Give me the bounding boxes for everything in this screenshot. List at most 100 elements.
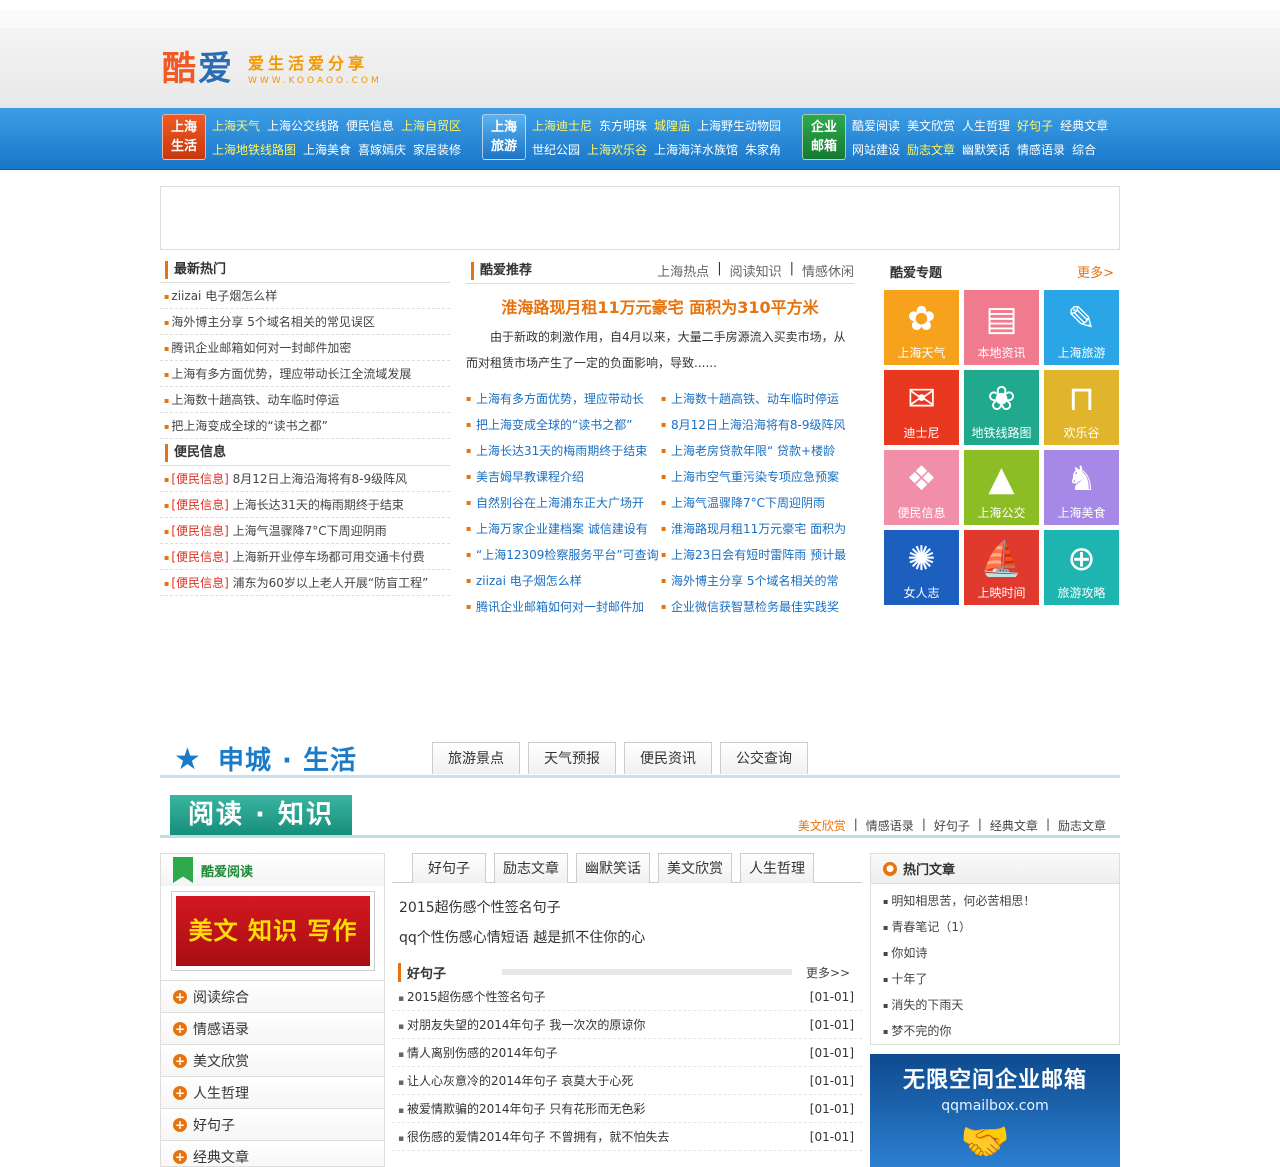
tab-weather[interactable]: 天气预报 <box>528 742 616 774</box>
nav-link[interactable]: 上海欢乐谷 <box>587 141 647 158</box>
recommend-link[interactable]: 海外博主分享 5个域名相关的常 <box>661 568 856 594</box>
nav-badge-shanghai-travel[interactable]: 上海 旅游 <box>482 114 526 160</box>
nav-link[interactable]: 上海美食 <box>303 141 351 158</box>
sentence-row[interactable]: 很伤感的爱情2014年句子 不曾拥有，就不怕失去 [01-01] <box>392 1123 862 1151</box>
hot-article-link[interactable]: 十年了 <box>883 966 1119 992</box>
recommend-link[interactable]: 上海长达31天的梅雨期终于结束 <box>466 438 661 464</box>
info-item[interactable]: [便民信息] 上海新开业停车场都可用交通卡付费 <box>160 544 450 570</box>
recommend-link[interactable]: 把上海变成全球的“读书之都” <box>466 412 661 438</box>
reading-category[interactable]: + 经典文章 <box>161 1141 384 1166</box>
nav-link[interactable]: 网站建设 <box>852 141 900 158</box>
nav-link[interactable]: 人生哲理 <box>962 117 1010 134</box>
hot-article-link[interactable]: 青春笔记（1） <box>883 914 1119 940</box>
nav-badge-shanghai-life[interactable]: 上海 生活 <box>162 114 206 160</box>
recommend-link[interactable]: 淮海路现月租11万元豪宅 面积为 <box>661 516 856 542</box>
recommend-link[interactable]: 腾讯企业邮箱如何对一封邮件加 <box>466 594 661 620</box>
nav-link[interactable]: 家居装修 <box>413 141 461 158</box>
recommend-link[interactable]: ziizai 电子烟怎么样 <box>466 568 661 594</box>
hot-item[interactable]: 把上海变成全球的“读书之都” <box>160 413 450 439</box>
sentence-row[interactable]: 被爱情欺骗的2014年句子 只有花形而无色彩 [01-01] <box>392 1095 862 1123</box>
nav-link[interactable]: 世纪公园 <box>532 141 580 158</box>
nav-link[interactable]: 城隍庙 <box>654 117 690 134</box>
recommend-link[interactable]: 8月12日上海沿海将有8-9级阵风 <box>661 412 856 438</box>
recommend-link[interactable]: 上海万家企业建档案 诚信建设有 <box>466 516 661 542</box>
nav-link[interactable]: 上海迪士尼 <box>532 117 592 134</box>
nav-link[interactable]: 好句子 <box>1017 117 1053 134</box>
topic-tile[interactable]: ✿ 上海天气 <box>884 290 959 365</box>
reading-link[interactable]: 美文欣赏 <box>798 817 846 834</box>
reading-banner[interactable]: 美文 知识 写作 <box>171 891 375 971</box>
nav-link[interactable]: 上海自贸区 <box>401 117 461 134</box>
reading-link[interactable]: 经典文章 <box>990 817 1038 834</box>
nav-badge-enterprise-mail[interactable]: 企业 邮箱 <box>802 114 846 160</box>
top-article-link[interactable]: 2015超伤感个性签名句子 <box>399 893 855 923</box>
sentence-row[interactable]: 情人离别伤感的2014年句子 [01-01] <box>392 1039 862 1067</box>
reading-category[interactable]: + 阅读综合 <box>161 981 384 1013</box>
hot-article-link[interactable]: 你如诗 <box>883 940 1119 966</box>
nav-link[interactable]: 情感语录 <box>1017 141 1065 158</box>
tab-leisure[interactable]: 情感休闲 <box>802 261 854 280</box>
nav-link[interactable]: 上海公交线路 <box>267 117 339 134</box>
topic-tile[interactable]: ❖ 便民信息 <box>884 450 959 525</box>
recommend-link[interactable]: “上海12309检察服务平台”可查询 <box>466 542 661 568</box>
hot-item[interactable]: 腾讯企业邮箱如何对一封邮件加密 <box>160 335 450 361</box>
tab-bus-query[interactable]: 公交查询 <box>720 742 808 774</box>
sentence-row[interactable]: 2015超伤感个性签名句子 [01-01] <box>392 983 862 1011</box>
topic-tile[interactable]: ⊓ 欢乐谷 <box>1044 370 1119 445</box>
topic-tile[interactable]: ✎ 上海旅游 <box>1044 290 1119 365</box>
recommend-link[interactable]: 美吉姆早教课程介绍 <box>466 464 661 490</box>
sentence-tab[interactable]: 人生哲理 <box>740 853 814 883</box>
tab-services[interactable]: 便民资讯 <box>624 742 712 774</box>
reading-link[interactable]: 励志文章 <box>1058 817 1106 834</box>
mailbox-ad[interactable]: 无限空间企业邮箱 qqmailbox.com 🤝 <box>870 1054 1120 1167</box>
topic-tile[interactable]: ✉ 迪士尼 <box>884 370 959 445</box>
tab-scenic-spots[interactable]: 旅游景点 <box>432 742 520 774</box>
info-item[interactable]: [便民信息] 8月12日上海沿海将有8-9级阵风 <box>160 466 450 492</box>
nav-link[interactable]: 上海地铁线路图 <box>212 141 296 158</box>
top-article-link[interactable]: qq个性伤感心情短语 越是抓不住你的心 <box>399 923 855 953</box>
nav-link[interactable]: 上海天气 <box>212 117 260 134</box>
nav-link[interactable]: 综合 <box>1072 141 1096 158</box>
nav-link[interactable]: 便民信息 <box>346 117 394 134</box>
tab-reading[interactable]: 阅读知识 <box>730 261 782 280</box>
recommend-link[interactable]: 上海市空气重污染专项应急预案 <box>661 464 856 490</box>
nav-link[interactable]: 美文欣赏 <box>907 117 955 134</box>
recommend-link[interactable]: 上海老房贷款年限“ 贷款+楼龄 <box>661 438 856 464</box>
headline-link[interactable]: 淮海路现月租11万元豪宅 面积为310平方米 <box>466 294 854 318</box>
info-item[interactable]: [便民信息] 上海长达31天的梅雨期终于结束 <box>160 492 450 518</box>
reading-category[interactable]: + 情感语录 <box>161 1013 384 1045</box>
reading-category[interactable]: + 好句子 <box>161 1109 384 1141</box>
hot-article-link[interactable]: 消失的下雨天 <box>883 992 1119 1018</box>
sentence-row[interactable]: 让人心灰意冷的2014年句子 哀莫大于心死 [01-01] <box>392 1067 862 1095</box>
reading-link[interactable]: 情感语录 <box>866 817 914 834</box>
nav-link[interactable]: 上海海洋水族馆 <box>654 141 738 158</box>
nav-link[interactable]: 上海野生动物园 <box>697 117 781 134</box>
nav-link[interactable]: 励志文章 <box>907 141 955 158</box>
hot-item[interactable]: 上海数十趟高铁、动车临时停运 <box>160 387 450 413</box>
recommend-link[interactable]: 上海有多方面优势，理应带动长 <box>466 386 661 412</box>
recommend-link[interactable]: 上海23日会有短时雷阵雨 预计最 <box>661 542 856 568</box>
hot-article-link[interactable]: 明知相思苦，何必苦相思！ <box>883 888 1119 914</box>
nav-link[interactable]: 幽默笑话 <box>962 141 1010 158</box>
nav-link[interactable]: 喜嫁嫣庆 <box>358 141 406 158</box>
recommend-link[interactable]: 自然别谷在上海浦东正大广场开 <box>466 490 661 516</box>
sentence-tab[interactable]: 好句子 <box>412 853 486 883</box>
topic-tile[interactable]: ▤ 本地资讯 <box>964 290 1039 365</box>
nav-link[interactable]: 朱家角 <box>745 141 781 158</box>
nav-link[interactable]: 酷爱阅读 <box>852 117 900 134</box>
topic-tile[interactable]: ⛵ 上映时间 <box>964 530 1039 605</box>
topic-tile[interactable]: ⊕ 旅游攻略 <box>1044 530 1119 605</box>
hot-item[interactable]: 海外博主分享 5个域名相关的常见误区 <box>160 309 450 335</box>
topic-tile[interactable]: ▲ 上海公交 <box>964 450 1039 525</box>
nav-link[interactable]: 经典文章 <box>1060 117 1108 134</box>
tab-shanghai-hot[interactable]: 上海热点 <box>657 261 709 280</box>
reading-category[interactable]: + 美文欣赏 <box>161 1045 384 1077</box>
more-link[interactable]: 更多>> <box>806 964 850 981</box>
site-logo[interactable]: 酷爱 爱生活爱分享 WWW.KOOAOO.COM <box>162 50 382 86</box>
info-item[interactable]: [便民信息] 上海气温骤降7°C下周迎阴雨 <box>160 518 450 544</box>
recommend-link[interactable]: 企业微信获智慧检务最佳实践奖 <box>661 594 856 620</box>
sentence-tab[interactable]: 励志文章 <box>494 853 568 883</box>
hot-item[interactable]: 上海有多方面优势，理应带动长江全流域发展 <box>160 361 450 387</box>
topic-tile[interactable]: ♞ 上海美食 <box>1044 450 1119 525</box>
hot-article-link[interactable]: 梦不完的你 <box>883 1018 1119 1044</box>
